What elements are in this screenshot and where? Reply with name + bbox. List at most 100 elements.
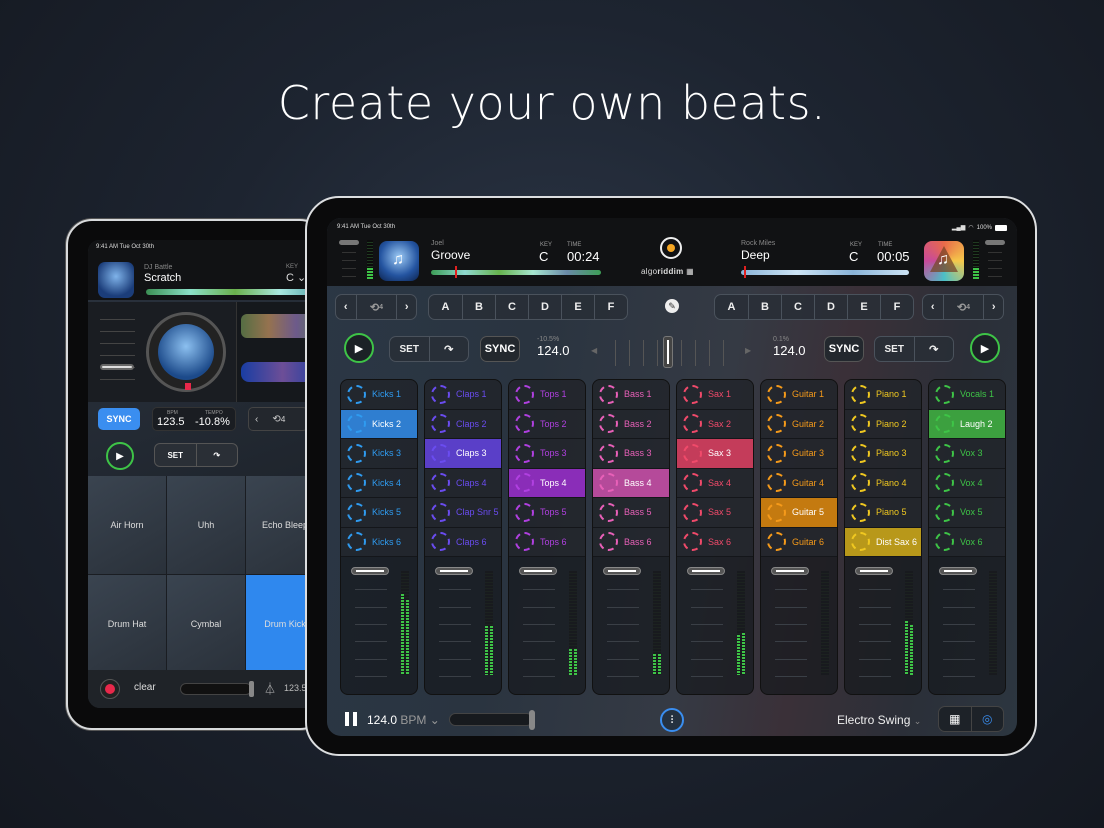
cue-point-button[interactable]: E (847, 295, 880, 319)
sample-pad[interactable]: Piano 1 (845, 380, 921, 410)
sample-pad[interactable]: Vocals 1 (929, 380, 1005, 410)
loop-toggle-button[interactable]: ⟲ 4 (942, 295, 984, 319)
loop-next-button[interactable]: › (983, 295, 1003, 319)
channel-fader-area[interactable] (341, 557, 417, 694)
sample-pad[interactable]: Claps 6 (425, 527, 501, 557)
sample-pad[interactable]: Sax 1 (677, 380, 753, 410)
sample-pad[interactable]: Tops 5 (509, 498, 585, 528)
sample-pad[interactable]: Bass 5 (593, 498, 669, 528)
loop-icon[interactable]: ⟲4 (272, 414, 285, 425)
sample-pad-active[interactable]: Laugh 2 (929, 409, 1005, 439)
cue-point-button[interactable]: D (814, 295, 847, 319)
left-album-art[interactable]: ♫ (379, 241, 419, 281)
cue-point-button[interactable]: E (561, 295, 594, 319)
master-bpm-selector[interactable]: 124.0 BPM ⌄ (367, 713, 440, 727)
channel-fader-knob[interactable] (687, 567, 725, 575)
grid-view-button[interactable]: ▦ (939, 707, 971, 731)
sample-pad[interactable]: Guitar 1 (761, 380, 837, 410)
crossfader[interactable] (595, 336, 743, 368)
sample-pad[interactable]: Bass 3 (593, 439, 669, 469)
sample-pad[interactable]: Bass 6 (593, 527, 669, 557)
sample-pad[interactable]: Piano 3 (845, 439, 921, 469)
cue-point-button[interactable]: C (495, 295, 528, 319)
right-volume-fader[interactable] (985, 240, 1007, 280)
left-tempo-display[interactable]: -10.5% 124.0 (537, 336, 570, 358)
sample-pad[interactable]: Sax 5 (677, 498, 753, 528)
sampler-pad[interactable]: Uhh (167, 476, 245, 574)
chevron-left-icon[interactable]: ‹ (255, 414, 258, 425)
jump-button[interactable]: ↷ (195, 444, 238, 466)
sample-pad[interactable]: Guitar 6 (761, 527, 837, 557)
master-volume-slider[interactable] (449, 710, 535, 730)
loop-next-button[interactable]: › (396, 295, 416, 319)
clear-button[interactable]: clear (134, 682, 156, 693)
sample-pad[interactable]: Kicks 4 (341, 468, 417, 498)
left-sync-button[interactable]: SYNC (480, 336, 520, 362)
sample-pad[interactable]: Bass 1 (593, 380, 669, 410)
channel-fader-area[interactable] (677, 557, 753, 694)
sample-pad[interactable]: Sax 2 (677, 409, 753, 439)
sample-pack-selector[interactable]: Electro Swing ⌄ (837, 713, 921, 727)
channel-fader-area[interactable] (509, 557, 585, 694)
channel-fader-knob[interactable] (351, 567, 389, 575)
sample-pad[interactable]: Kicks 6 (341, 527, 417, 557)
record-button[interactable] (100, 679, 120, 699)
channel-fader-knob[interactable] (939, 567, 977, 575)
right-play-button[interactable]: ▶ (970, 333, 1000, 363)
sample-pad[interactable]: Piano 5 (845, 498, 921, 528)
sample-pad[interactable]: Tops 1 (509, 380, 585, 410)
sampler-volume-slider[interactable] (180, 681, 254, 697)
loop-control[interactable]: ‹ ⟲4 (248, 407, 308, 431)
sample-pad[interactable]: Claps 2 (425, 409, 501, 439)
pitch-fader[interactable] (100, 308, 135, 396)
sample-pad[interactable]: Guitar 4 (761, 468, 837, 498)
record-indicator-icon[interactable] (660, 237, 682, 259)
loop-prev-button[interactable]: ‹ (923, 295, 943, 319)
jump-button[interactable]: ↷ (913, 337, 954, 361)
pitch-fader-knob[interactable] (100, 364, 134, 370)
sample-pad-active[interactable]: Bass 4 (593, 468, 669, 498)
bpm-tempo-display[interactable]: BPM 123.5 TEMPO -10.8% (152, 407, 236, 431)
cue-point-button[interactable]: C (781, 295, 814, 319)
album-art[interactable] (98, 262, 134, 298)
sample-pad[interactable]: Kicks 1 (341, 380, 417, 410)
sample-pad[interactable]: Claps 1 (425, 380, 501, 410)
left-volume-fader[interactable] (339, 240, 361, 280)
sample-pad-active[interactable]: Guitar 5 (761, 498, 837, 528)
cue-point-button[interactable]: A (715, 295, 748, 319)
mixer-toggle-button[interactable]: ⫶ (660, 708, 684, 732)
crossfader-right-arrow-icon[interactable]: ▶ (745, 346, 751, 355)
fader-knob[interactable] (985, 240, 1005, 245)
cue-point-button[interactable]: B (748, 295, 781, 319)
sample-pad[interactable]: Guitar 2 (761, 409, 837, 439)
channel-fader-knob[interactable] (771, 567, 809, 575)
sample-pad[interactable]: Kicks 5 (341, 498, 417, 528)
sample-pad[interactable]: Piano 4 (845, 468, 921, 498)
jump-button[interactable]: ↷ (428, 337, 469, 361)
slider-thumb[interactable] (529, 710, 535, 730)
sample-pad[interactable]: Kicks 3 (341, 439, 417, 469)
left-play-button[interactable]: ▶ (344, 333, 374, 363)
metronome-icon[interactable]: ⏃ (264, 680, 276, 697)
sample-pad-active[interactable]: Dist Sax 6 (845, 527, 921, 557)
sample-pad[interactable]: Clap Snr 5 (425, 498, 501, 528)
sample-pad[interactable]: Tops 3 (509, 439, 585, 469)
right-tempo-display[interactable]: 0.1% 124.0 (773, 336, 806, 358)
sample-pad[interactable]: Claps 4 (425, 468, 501, 498)
fader-knob[interactable] (339, 240, 359, 245)
sample-pad-active[interactable]: Kicks 2 (341, 409, 417, 439)
left-key-value[interactable]: C (539, 249, 548, 264)
sampler-pad[interactable]: Air Horn (88, 476, 166, 574)
sample-pad[interactable]: Sax 6 (677, 527, 753, 557)
channel-fader-knob[interactable] (519, 567, 557, 575)
channel-fader-area[interactable] (761, 557, 837, 694)
crossfader-knob[interactable] (663, 336, 673, 368)
loop-prev-button[interactable]: ‹ (336, 295, 356, 319)
pause-icon[interactable] (345, 712, 357, 726)
edit-pencil-icon[interactable]: ✎ (665, 299, 679, 313)
right-key-value[interactable]: C (849, 249, 858, 264)
sample-pad[interactable]: Vox 3 (929, 439, 1005, 469)
set-cue-button[interactable]: SET (875, 337, 914, 361)
sequencer-view-button[interactable]: ◎ (970, 707, 1004, 731)
sample-pad[interactable]: Tops 6 (509, 527, 585, 557)
